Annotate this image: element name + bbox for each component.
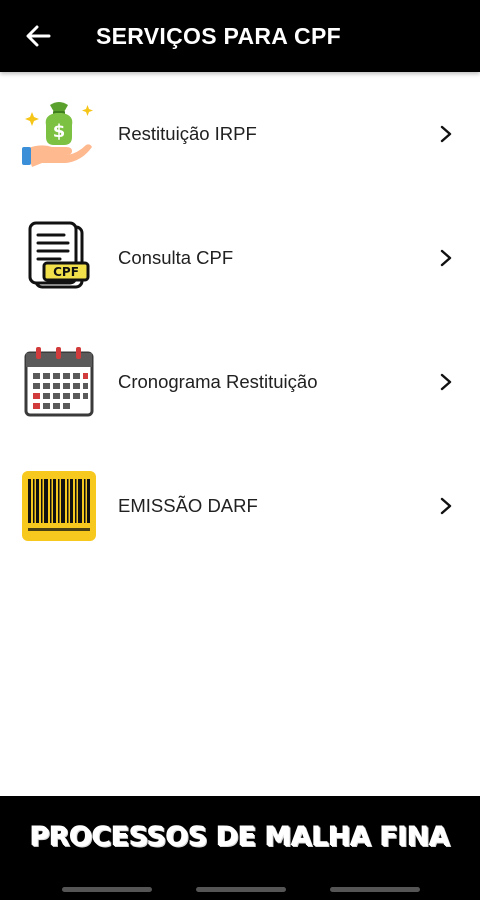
list-item-label: Consulta CPF (118, 247, 234, 268)
chevron-right-icon (438, 496, 454, 516)
back-button[interactable] (18, 16, 58, 56)
list-item-emissao-darf[interactable]: EMISSÃO DARF (0, 444, 480, 568)
system-nav-bar (0, 878, 480, 900)
nav-back-button[interactable] (330, 887, 420, 892)
list-item-label: Restituição IRPF (118, 123, 257, 144)
chevron-right-icon (438, 372, 454, 392)
chevron-right-icon (438, 124, 454, 144)
money-bag-hand-icon: $ (20, 95, 98, 173)
nav-recents-button[interactable] (62, 887, 152, 892)
arrow-left-icon (26, 25, 51, 47)
services-list: $ Restituição IRPF CPF Consulta CPF Cron… (0, 72, 480, 568)
list-item-consulta-cpf[interactable]: CPF Consulta CPF (0, 196, 480, 320)
nav-home-button[interactable] (196, 887, 286, 892)
list-item-label: EMISSÃO DARF (118, 495, 258, 516)
list-item-label: Cronograma Restituição (118, 371, 318, 392)
cpf-icon-text: CPF (53, 265, 79, 279)
chevron-right-icon (438, 248, 454, 268)
svg-text:$: $ (53, 121, 66, 142)
page-title: SERVIÇOS PARA CPF (96, 22, 341, 49)
list-item-cronograma-restituicao[interactable]: Cronograma Restituição (0, 320, 480, 444)
footer-banner[interactable]: PROCESSOS DE MALHA FINA (0, 796, 480, 878)
app-bar: SERVIÇOS PARA CPF (0, 0, 480, 72)
list-item-restituicao-irpf[interactable]: $ Restituição IRPF (0, 72, 480, 196)
cpf-document-icon: CPF (20, 219, 98, 297)
barcode-icon (20, 467, 98, 545)
footer-text: PROCESSOS DE MALHA FINA (30, 821, 450, 853)
calendar-icon (20, 343, 98, 421)
